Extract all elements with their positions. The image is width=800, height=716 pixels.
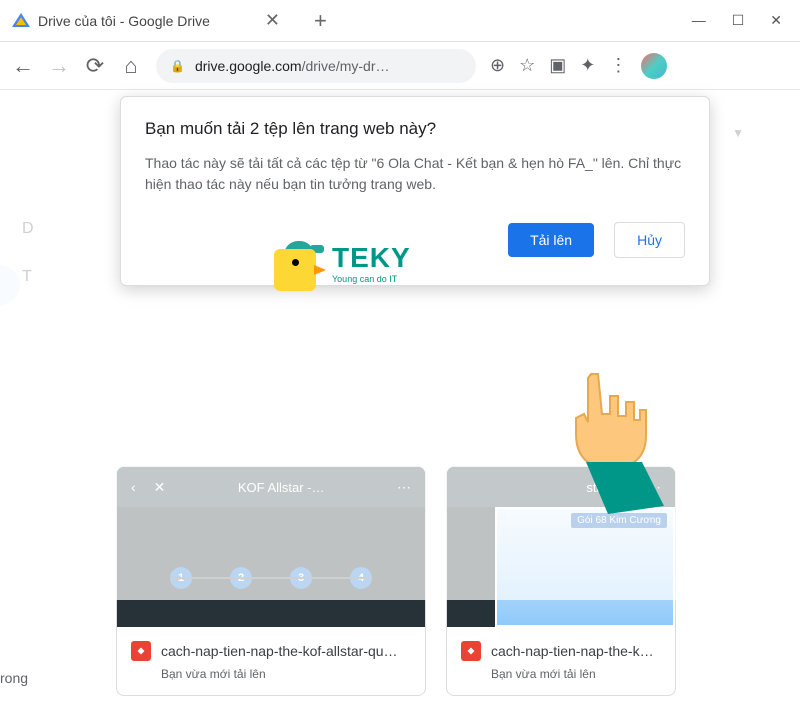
image-file-icon [461,641,481,661]
toolbar: ← → ⟳ ⌂ 🔒 drive.google.com/drive/my-dr… … [0,42,800,90]
watermark-brand: TEKY [332,242,411,274]
file-subtitle: Bạn vừa mới tải lên [461,667,661,681]
browser-window: Drive của tôi - Google Drive ✕ + — ☐ ✕ ←… [0,0,800,600]
address-bar[interactable]: 🔒 drive.google.com/drive/my-dr… [156,49,476,83]
file-subtitle: Bạn vừa mới tải lên [131,667,411,681]
watermark-text: TEKY Young can do IT [332,242,411,284]
close-window-button[interactable]: ✕ [770,12,782,29]
extensions-icon[interactable]: ✦ [580,55,595,76]
kebab-menu-icon[interactable]: ⋮ [609,55,627,76]
lock-icon: 🔒 [170,59,185,73]
minimize-button[interactable]: — [692,12,706,29]
profile-avatar[interactable] [641,53,667,79]
tab-title: Drive của tôi - Google Drive [38,13,210,29]
drive-favicon-icon [12,12,30,30]
tab-close-icon[interactable]: ✕ [257,10,288,31]
reader-icon[interactable]: ▣ [549,55,566,76]
upload-confirm-dialog: Bạn muốn tải 2 tệp lên trang web này? Th… [120,96,710,286]
image-file-icon [131,641,151,661]
cancel-button[interactable]: Hủy [614,222,685,258]
bookmark-star-icon[interactable]: ☆ [519,55,535,76]
side-text-fragment: rong [0,670,28,686]
upload-button[interactable]: Tải lên [508,223,594,257]
watermark-tagline: Young can do IT [332,274,411,284]
watermark-logo: TEKY Young can do IT [270,235,411,291]
bird-icon [270,235,326,291]
window-controls: — ☐ ✕ [674,12,800,29]
zoom-icon[interactable]: ⊕ [490,55,505,76]
back-button[interactable]: ← [12,53,34,79]
content-area: D T ▼ ‹ ✕ KOF Allstar -… ⋯ 1 2 [0,90,800,600]
home-button[interactable]: ⌂ [120,53,142,79]
url-text: drive.google.com/drive/my-dr… [195,58,390,74]
file-name: cach-nap-tien-nap-the-ko… [491,643,661,659]
dialog-body: Thao tác này sẽ tải tất cả các tệp từ "6… [145,153,685,195]
titlebar: Drive của tôi - Google Drive ✕ + — ☐ ✕ [0,0,800,42]
dialog-title: Bạn muốn tải 2 tệp lên trang web này? [145,119,685,139]
maximize-button[interactable]: ☐ [732,12,745,29]
new-tab-button[interactable]: + [300,8,341,34]
pointer-hand-icon [546,366,676,521]
card-footer: cach-nap-tien-nap-the-kof-allstar-qu… Bạ… [117,627,425,695]
reload-button[interactable]: ⟳ [84,53,106,79]
file-name-row: cach-nap-tien-nap-the-kof-allstar-qu… [131,641,411,661]
browser-tab[interactable]: Drive của tôi - Google Drive ✕ [0,0,300,41]
forward-button[interactable]: → [48,53,70,79]
card-footer: cach-nap-tien-nap-the-ko… Bạn vừa mới tả… [447,627,675,695]
dialog-actions: Tải lên Hủy [145,217,685,263]
primary-highlight: Tải lên [502,217,600,263]
file-name-row: cach-nap-tien-nap-the-ko… [461,641,661,661]
file-name: cach-nap-tien-nap-the-kof-allstar-qu… [161,643,398,659]
